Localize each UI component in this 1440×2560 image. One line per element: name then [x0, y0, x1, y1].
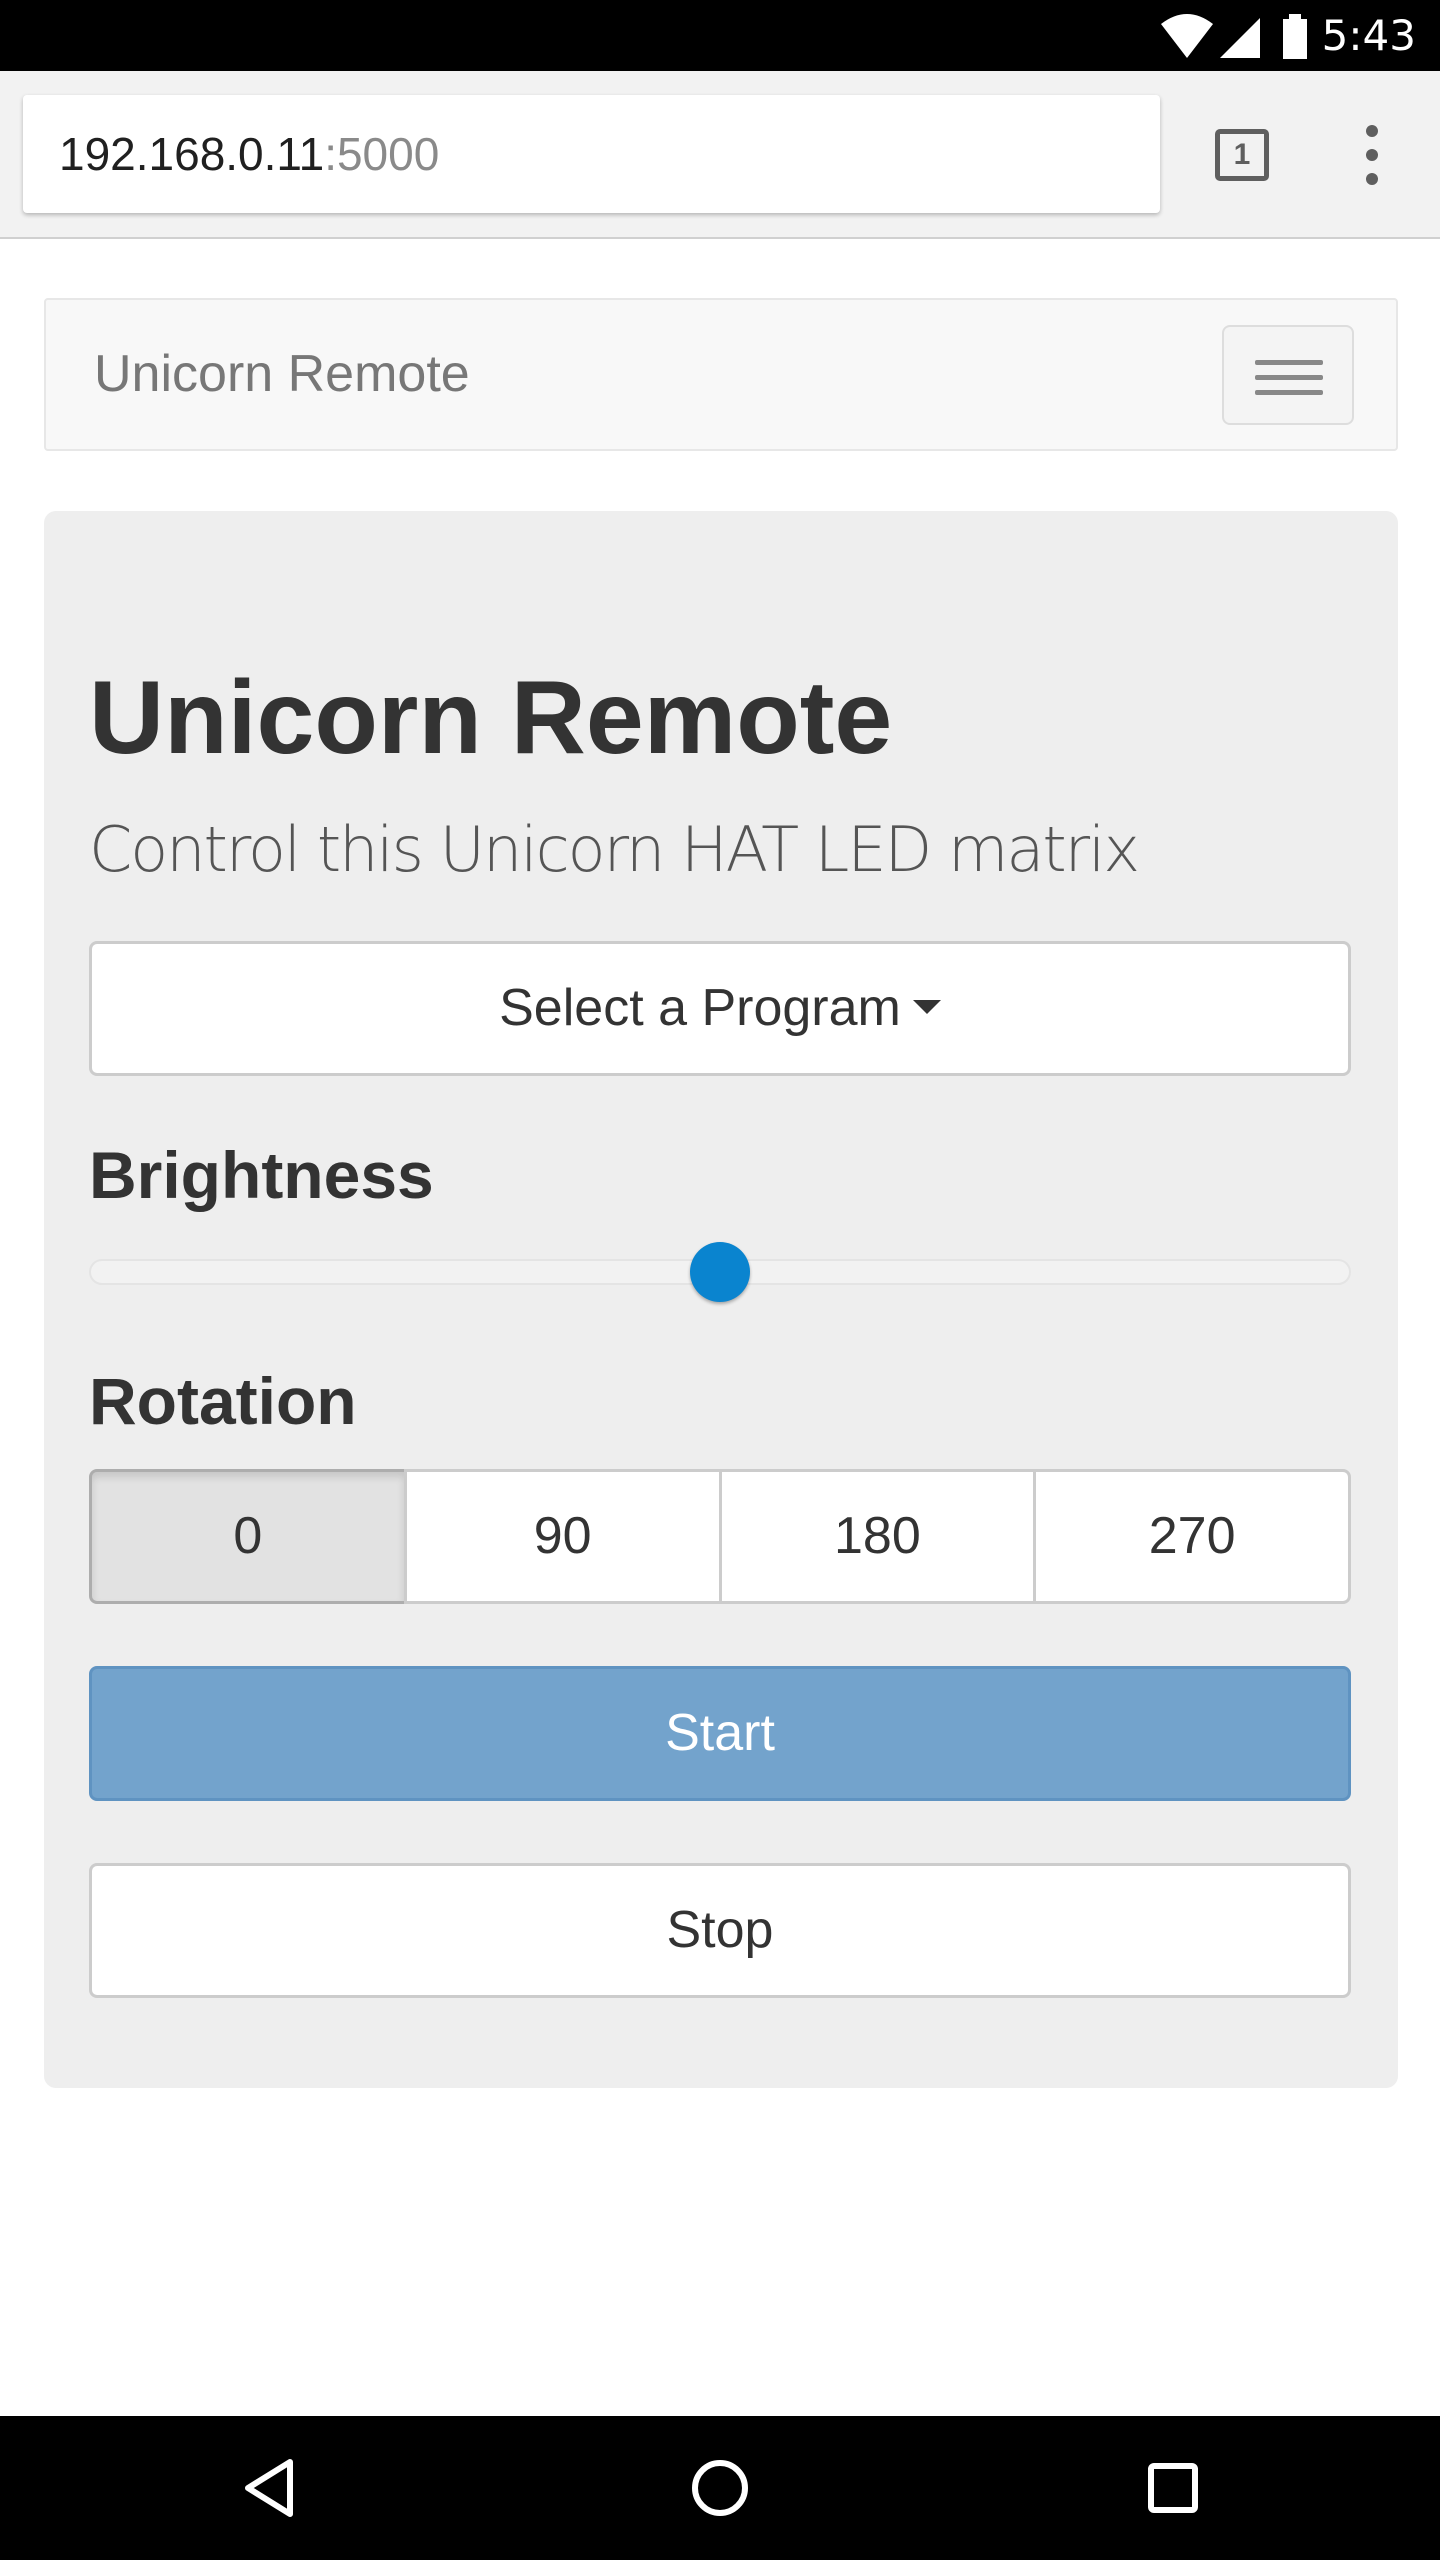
jumbotron: Unicorn Remote Control this Unicorn HAT … — [44, 511, 1398, 2088]
status-bar: 5:43 — [0, 0, 1440, 71]
battery-icon — [1283, 14, 1307, 59]
status-time: 5:43 — [1321, 11, 1416, 60]
url-port: :5000 — [324, 128, 440, 180]
page-subtitle: Control this Unicorn HAT LED matrix — [89, 813, 1140, 886]
url-host: 192.168.0.11 — [59, 128, 325, 180]
signal-icon — [1220, 18, 1260, 58]
overflow-menu-icon[interactable] — [1360, 125, 1384, 185]
page-title: Unicorn Remote — [89, 660, 893, 776]
browser-toolbar: 192.168.0.11:5000 1 — [0, 71, 1440, 239]
rotation-option-270[interactable]: 270 — [1033, 1469, 1351, 1604]
start-button[interactable]: Start — [89, 1666, 1351, 1801]
rotation-option-180[interactable]: 180 — [718, 1469, 1037, 1604]
rotation-option-90[interactable]: 90 — [403, 1469, 722, 1604]
system-nav-bar — [0, 2416, 1440, 2560]
brightness-label: Brightness — [89, 1138, 434, 1212]
rotation-button-group: 0 90 180 270 — [89, 1469, 1351, 1604]
brightness-slider-thumb[interactable] — [690, 1242, 750, 1302]
caret-down-icon — [912, 1000, 941, 1015]
navbar-toggle-button[interactable] — [1222, 325, 1354, 425]
back-icon[interactable] — [238, 2416, 298, 2560]
wifi-icon — [1161, 14, 1213, 58]
home-icon[interactable] — [690, 2416, 750, 2560]
program-select-button[interactable]: Select a Program — [89, 941, 1351, 1076]
rotation-label: Rotation — [89, 1364, 357, 1438]
rotation-option-0[interactable]: 0 — [89, 1469, 407, 1604]
stop-button[interactable]: Stop — [89, 1863, 1351, 1998]
navbar-brand[interactable]: Unicorn Remote — [94, 300, 470, 449]
url-text[interactable]: 192.168.0.11:5000 — [59, 95, 439, 213]
tab-switcher-button[interactable]: 1 — [1215, 129, 1269, 181]
recents-icon[interactable] — [1143, 2416, 1203, 2560]
program-select-label: Select a Program — [499, 979, 901, 1037]
site-navbar: Unicorn Remote — [44, 298, 1398, 451]
address-bar[interactable]: 192.168.0.11:5000 — [23, 95, 1160, 213]
